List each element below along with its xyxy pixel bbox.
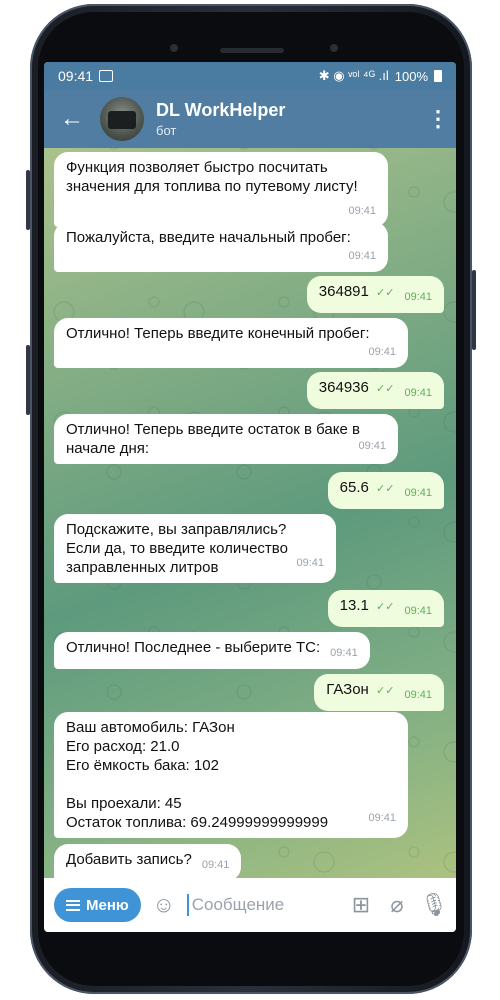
message-time: 09:41	[201, 859, 230, 871]
image-notification-icon	[99, 70, 114, 82]
message-bubble[interactable]: Ваш автомобиль: ГАЗон Его расход: 21.0 Е…	[54, 712, 408, 838]
message-bubble[interactable]: Подскажите, вы заправлялись? Если да, то…	[54, 514, 336, 583]
message-bubble[interactable]: ГАЗон 09:41 ✓✓	[314, 674, 444, 711]
message-text: Функция позволяет быстро посчитать значе…	[66, 159, 358, 195]
message-time: 09:41	[358, 440, 386, 452]
attach-icon[interactable]: ⌀	[384, 892, 410, 918]
message-time: 09:41	[368, 346, 396, 358]
bot-keyboard-icon[interactable]: ⊞	[348, 892, 374, 918]
message-time: 09:41	[368, 812, 396, 824]
volume-button	[26, 170, 30, 230]
message-bubble[interactable]: 13.1 09:41 ✓✓	[327, 590, 444, 627]
message-bubble[interactable]: 65.6 09:41 ✓✓	[327, 472, 444, 509]
read-check-icon: ✓✓	[376, 483, 395, 495]
message-bubble[interactable]: Функция позволяет быстро посчитать значе…	[54, 152, 388, 227]
message-bubble[interactable]: Отлично! Теперь введите конечный пробег:…	[54, 318, 408, 368]
message-time: 09:41	[404, 487, 432, 499]
message-text: 13.1	[339, 597, 369, 614]
message-text: Пожалуйста, введите начальный пробег:	[66, 229, 351, 246]
message-time: 09:41	[404, 689, 432, 701]
message-text: 65.6	[339, 479, 369, 496]
message-text: ГАЗон	[326, 681, 369, 698]
message-list: Функция позволяет быстро посчитать значе…	[44, 148, 456, 881]
message-text: 364936	[318, 379, 369, 396]
status-indicators: ✱ ◉ ᵛᵒˡ ⁴ᴳ .ıl	[318, 68, 389, 83]
bot-menu-button[interactable]: Меню	[54, 888, 141, 922]
chat-subtitle: бот	[156, 123, 177, 138]
message-time: 09:41	[296, 557, 324, 569]
back-arrow-icon[interactable]: ←	[44, 105, 100, 133]
message-time: 09:41	[404, 291, 432, 303]
mic-icon[interactable]: 🎙	[420, 892, 448, 918]
more-vertical-icon[interactable]: ⋮	[420, 106, 456, 132]
message-text: 364891	[318, 283, 369, 300]
screen: 09:41 ✱ ◉ ᵛᵒˡ ⁴ᴳ .ıl 100% ← DL WorkHelpe…	[44, 62, 456, 932]
message-input-bar: Меню ☺ Сообщение ⊞ ⌀ 🎙	[44, 878, 456, 932]
message-bubble[interactable]: Отлично! Последнее - выберите ТС: 09:41	[54, 632, 370, 669]
sensor-dot	[170, 44, 178, 52]
front-camera	[330, 44, 338, 52]
avatar[interactable]	[100, 97, 144, 141]
message-text: Ваш автомобиль: ГАЗон Его расход: 21.0 Е…	[66, 719, 329, 831]
message-bubble[interactable]: 364936 09:41 ✓✓	[306, 372, 444, 409]
message-text: Отлично! Теперь введите остаток в баке в…	[66, 421, 360, 457]
chat-title: DL WorkHelper	[156, 100, 286, 120]
read-check-icon: ✓✓	[376, 685, 395, 697]
message-time: 09:41	[404, 387, 432, 399]
chat-title-area[interactable]: DL WorkHelper бот	[156, 100, 420, 138]
message-bubble[interactable]: Пожалуйста, введите начальный пробег: 09…	[54, 222, 388, 272]
message-time: 09:41	[348, 205, 376, 217]
read-check-icon: ✓✓	[376, 383, 395, 395]
message-input[interactable]: Сообщение	[186, 894, 338, 916]
message-text: Отлично! Последнее - выберите ТС:	[66, 639, 321, 656]
message-time: 09:41	[348, 250, 376, 262]
battery-level: 100%	[394, 68, 428, 84]
truck-image	[108, 111, 136, 129]
menu-icon	[66, 899, 80, 911]
message-text: Подскажите, вы заправлялись? Если да, то…	[66, 521, 288, 576]
battery-icon	[434, 70, 442, 82]
message-bubble[interactable]: 364891 09:41 ✓✓	[306, 276, 444, 313]
chat-header: ← DL WorkHelper бот ⋮	[44, 90, 456, 148]
message-bubble[interactable]: Добавить запись? 09:41	[54, 844, 242, 881]
bixby-button	[26, 345, 30, 415]
read-check-icon: ✓✓	[376, 287, 395, 299]
emoji-icon[interactable]: ☺	[151, 892, 177, 918]
message-bubble[interactable]: Отлично! Теперь введите остаток в баке в…	[54, 414, 398, 464]
bot-menu-label: Меню	[86, 896, 129, 914]
message-text: Добавить запись?	[66, 851, 192, 868]
message-text: Отлично! Теперь введите конечный пробег:	[66, 325, 370, 342]
read-check-icon: ✓✓	[376, 601, 395, 613]
power-button	[472, 270, 476, 350]
message-time: 09:41	[330, 647, 358, 659]
message-time: 09:41	[404, 605, 432, 617]
status-bar: 09:41 ✱ ◉ ᵛᵒˡ ⁴ᴳ .ıl 100%	[44, 62, 456, 90]
earpiece-speaker	[220, 48, 284, 53]
status-time: 09:41	[58, 68, 94, 84]
